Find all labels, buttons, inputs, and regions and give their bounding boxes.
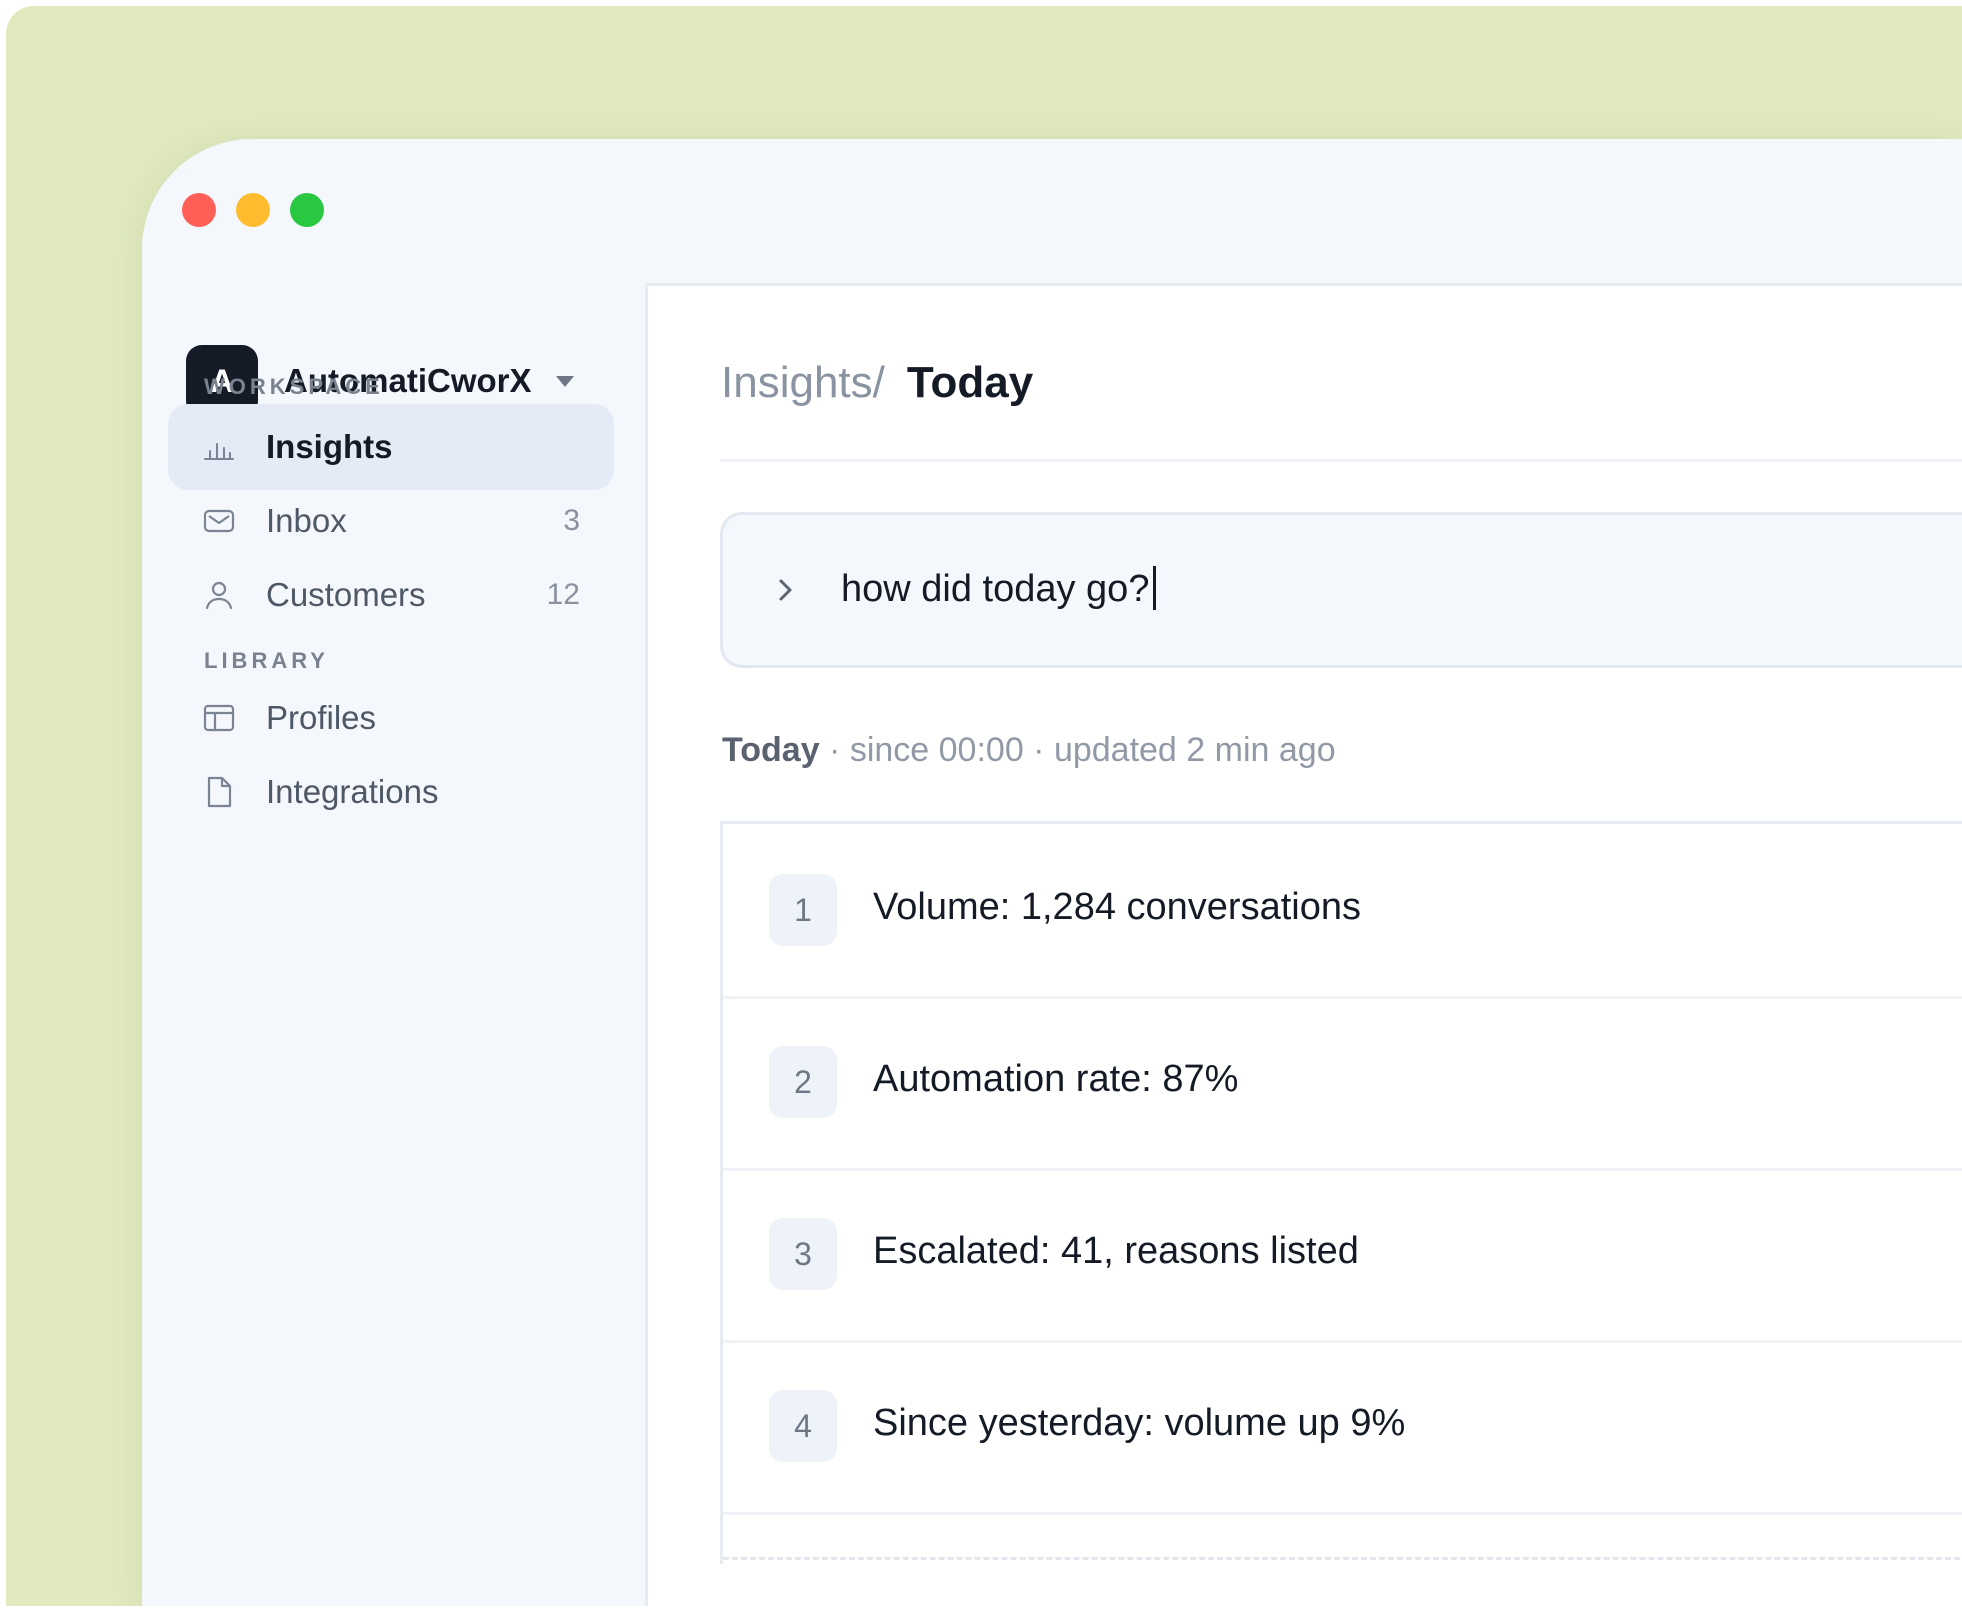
ask-input[interactable]: how did today go? <box>720 512 1962 668</box>
inbox-count-badge: 3 <box>563 504 580 537</box>
list-item: 1 Volume: 1,284 conversations <box>723 824 1962 999</box>
item-text: Automation rate: 87% <box>873 1058 1239 1100</box>
item-text: Escalated: 41, reasons listed <box>873 1230 1359 1272</box>
item-text: Volume: 1,284 conversations <box>873 886 1361 928</box>
desktop-backdrop: A AutomatiCworX WORKSPACE Insights Inbox… <box>6 6 1962 1606</box>
item-text: Since yesterday: volume up 9% <box>873 1402 1406 1444</box>
sidebar-item-label: Customers <box>266 576 426 613</box>
list-item: 4 Since yesterday: volume up 9% <box>723 1340 1962 1515</box>
breadcrumb-parent[interactable]: Insights/ <box>721 358 885 407</box>
summary-meta: Today · since 00:00 · updated 2 min ago <box>722 731 1336 770</box>
list-end-divider <box>723 1557 1962 1560</box>
chevron-right-icon <box>775 576 797 609</box>
sidebar-item-label: Insights <box>266 428 393 465</box>
sidebar-item-customers[interactable]: Customers 12 <box>168 552 614 638</box>
sidebar: A AutomatiCworX WORKSPACE Insights Inbox… <box>142 139 645 1606</box>
sidebar-item-label: Inbox <box>266 502 347 539</box>
section-label-library: LIBRARY <box>204 648 329 673</box>
page-title: Today <box>906 358 1034 407</box>
summary-meta-title: Today <box>722 731 820 769</box>
list-item: 3 Escalated: 41, reasons listed <box>723 1168 1962 1343</box>
customers-count-badge: 12 <box>546 578 580 611</box>
list-item: 2 Automation rate: 87% <box>723 996 1962 1171</box>
caret-down-icon <box>555 375 574 387</box>
bar-chart-icon <box>202 430 236 464</box>
mail-icon <box>202 504 236 538</box>
sidebar-item-label: Integrations <box>266 773 439 810</box>
sidebar-item-label: Profiles <box>266 699 377 736</box>
summary-meta-details: · since 00:00 · updated 2 min ago <box>819 731 1336 769</box>
text-cursor <box>1153 566 1157 610</box>
main-panel: Insights/Today how did today go? Today ·… <box>645 283 1962 1606</box>
user-icon <box>202 578 236 612</box>
header-divider <box>720 459 1962 462</box>
results-list: 1 Volume: 1,284 conversations 2 Automati… <box>720 821 1962 1564</box>
section-label-workspace: WORKSPACE <box>204 374 384 399</box>
sidebar-item-integrations[interactable]: Integrations <box>168 749 614 835</box>
ask-input-value: how did today go? <box>841 566 1157 611</box>
item-number: 1 <box>769 874 837 946</box>
item-number: 2 <box>769 1046 837 1118</box>
app-window: A AutomatiCworX WORKSPACE Insights Inbox… <box>142 139 1962 1606</box>
item-number: 3 <box>769 1218 837 1290</box>
layout-icon <box>202 701 236 735</box>
item-number: 4 <box>769 1390 837 1462</box>
file-icon <box>202 775 236 809</box>
breadcrumb: Insights/Today <box>721 358 1033 408</box>
